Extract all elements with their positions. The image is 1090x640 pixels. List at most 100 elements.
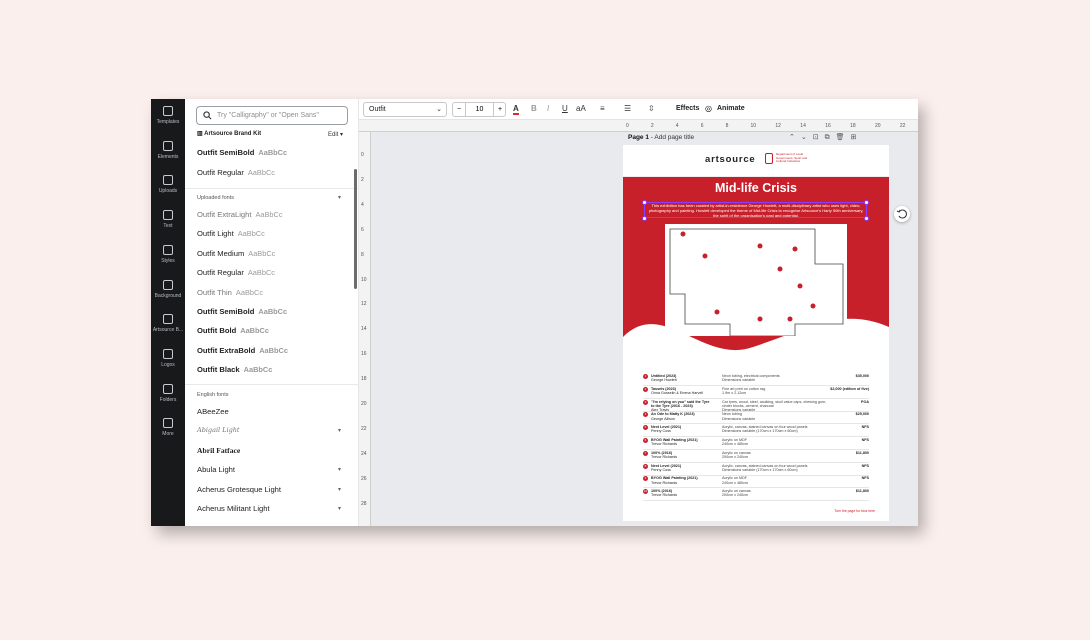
artwork-dimensions: Dimensions variable (170cm x 170cm x 60c… (722, 429, 798, 434)
artwork-title-cell: An Ode to Matty K (2023) George Allison (651, 412, 713, 421)
effects-button[interactable]: Effects (676, 105, 699, 112)
sidebar-item-more[interactable]: More (151, 418, 185, 437)
resize-handle[interactable] (642, 200, 647, 205)
artwork-price: NFS (861, 476, 869, 481)
artwork-number: 3 (643, 399, 648, 405)
animate-button[interactable]: Animate (717, 105, 745, 112)
chevron-down-icon[interactable]: ▾ (338, 505, 341, 512)
move-down-icon[interactable]: ⌄ (801, 134, 813, 141)
page-number: Page 1 (628, 134, 649, 141)
font-family-select[interactable]: Outfit ⌄ (363, 102, 447, 117)
page-header: artsource Department of Local Government… (623, 145, 889, 177)
resize-handle[interactable] (642, 216, 647, 221)
text-color-button[interactable]: A (513, 104, 519, 115)
artwork-number: 2 (643, 386, 648, 392)
artwork-artist: George Howlett (651, 378, 677, 383)
font-item[interactable]: Outfit Black AaBbCc (197, 365, 272, 374)
edit-label: Edit (328, 132, 339, 138)
sidebar-item-elements[interactable]: Elements (151, 140, 185, 160)
align-center-icon[interactable]: ≡ (600, 104, 605, 113)
resize-handle[interactable] (864, 216, 869, 221)
resize-handle[interactable] (864, 200, 869, 205)
spacing-icon[interactable]: ⇳ (648, 104, 655, 113)
add-page-icon[interactable]: ⊞ (851, 134, 863, 141)
font-item[interactable]: Acherus Grotesque Light (197, 485, 281, 494)
side-rail: Templates Elements Uploads Text Styles Backgr… (151, 99, 185, 526)
sidebar-item-templates[interactable]: Templates (151, 106, 185, 125)
sidebar-item-label: Elements (157, 153, 179, 160)
font-item[interactable]: Outfit Regular AaBbCc (197, 168, 275, 177)
ruler-mark: 10 (750, 123, 757, 129)
collapse-uploaded-icon[interactable]: ▾ (338, 194, 341, 201)
ruler-mark: 6 (361, 226, 364, 233)
font-item[interactable]: Abril Fatface (197, 446, 240, 455)
chevron-down-icon[interactable]: ▾ (338, 466, 341, 473)
artwork-medium-cell: Neon tubing Dimensions variable (722, 412, 828, 421)
sidebar-item-text[interactable]: Text (151, 210, 185, 229)
lock-icon[interactable]: ⊡ (813, 134, 825, 141)
artwork-medium-cell: Acrylic on canvas 200cm x 240cm (722, 451, 828, 460)
font-size-input[interactable]: 10 (467, 103, 492, 116)
sidebar-item-logos[interactable]: Logos (151, 348, 185, 368)
italic-button[interactable]: I (547, 104, 549, 113)
ruler-mark: 14 (361, 326, 367, 333)
sidebar-item-styles[interactable]: Styles (151, 244, 185, 264)
sidebar-item-background[interactable]: Background (151, 279, 185, 299)
sidebar-item-uploads[interactable]: Uploads (151, 175, 185, 194)
font-item[interactable]: ABeeZee (197, 407, 229, 416)
ruler-mark: 20 (361, 401, 367, 407)
refresh-icon-button[interactable] (894, 206, 910, 222)
font-item[interactable]: Outfit Light AaBbCc (197, 229, 265, 238)
font-name: Outfit Regular (197, 167, 244, 177)
artwork-price: NFS (861, 438, 869, 442)
font-name: Acherus Militant Light (197, 504, 270, 513)
edit-brand-button[interactable]: Edit ▾ (328, 131, 343, 138)
ruler-mark: 2 (650, 123, 654, 129)
font-item[interactable]: Outfit Medium AaBbCc (197, 249, 275, 258)
ruler-mark: 26 (361, 475, 367, 482)
chevron-down-icon[interactable]: ▾ (338, 427, 341, 434)
artwork-dimensions: 200cm x 240cm (722, 455, 749, 460)
exhibition-title[interactable]: Mid-life Crisis (623, 181, 889, 195)
increase-size-button[interactable]: + (493, 103, 506, 116)
sidebar-item-folders[interactable]: Folders (151, 383, 185, 403)
underline-button[interactable]: U (562, 104, 568, 113)
brand-kit-icon (163, 314, 173, 325)
font-item[interactable]: Outfit Thin AaBbCc (197, 288, 263, 297)
font-item[interactable]: Outfit ExtraLight AaBbCc (197, 210, 283, 219)
decrease-size-button[interactable]: − (453, 103, 466, 116)
font-name: Outfit ExtraLight (197, 210, 252, 219)
chevron-down-icon[interactable]: ▾ (338, 486, 341, 493)
delete-icon[interactable]: 🗑 (836, 134, 851, 141)
floor-plan (665, 224, 847, 337)
list-icon[interactable]: ☰ (624, 104, 631, 113)
panel-scrollbar[interactable] (354, 169, 357, 289)
table-row: 9 BYOG Wall Painting (2021) Trevor Richard… (643, 475, 869, 489)
font-name: Outfit Medium (197, 248, 245, 258)
ruler-mark: 14 (800, 123, 806, 129)
font-item[interactable]: Abula Light (197, 465, 235, 474)
font-search-input[interactable]: Try "Calligraphy" or "Open Sans" (196, 106, 348, 125)
uploads-icon (163, 175, 173, 186)
font-item[interactable]: Outfit Bold AaBbCc (197, 326, 269, 335)
font-item[interactable]: Outfit Regular AaBbCc (197, 268, 275, 277)
artwork-dimensions: 200cm x 240cm (722, 493, 749, 498)
font-item[interactable]: Acherus Militant Light (197, 504, 270, 513)
editor-window: Templates Elements Uploads Text Styles Backgr… (151, 99, 918, 526)
move-up-icon[interactable]: ⌃ (789, 134, 801, 141)
bold-button[interactable]: B (531, 104, 537, 113)
page-title[interactable]: Page 1 - Add page title (628, 134, 694, 141)
artwork-medium-cell: Neon tubing, electrical components Dimens… (722, 374, 828, 383)
sidebar-item-label: Uploads (158, 188, 178, 195)
font-item[interactable]: Outfit ExtraBold AaBbCc (197, 346, 288, 355)
letter-case-button[interactable]: aA (576, 104, 586, 113)
font-item[interactable]: Abigail Light (197, 426, 240, 434)
font-item[interactable]: Outfit SemiBold AaBbCc (197, 148, 287, 157)
font-sample: AaBbCc (248, 248, 276, 258)
sidebar-item-artsource-b-[interactable]: Artsource B... (151, 314, 185, 333)
ruler-mark: 28 (361, 500, 367, 507)
duplicate-icon[interactable]: ⧉ (825, 134, 836, 141)
font-item[interactable]: Outfit SemiBold AaBbCc (197, 307, 287, 316)
design-page[interactable]: artsource Department of Local Government… (623, 145, 889, 521)
artwork-price: NFS (861, 463, 869, 468)
